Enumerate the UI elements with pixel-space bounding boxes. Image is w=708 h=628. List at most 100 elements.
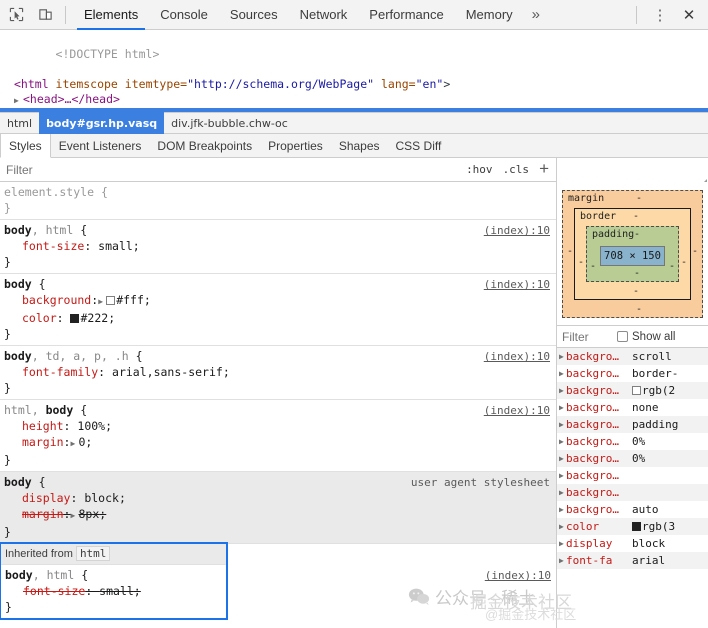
computed-prop-name[interactable]: backgro… (566, 486, 632, 499)
rule-selector-inherited-b[interactable]: html (47, 568, 75, 582)
tab-event-listeners[interactable]: Event Listeners (51, 134, 150, 157)
computed-row[interactable]: ▶ backgro… (557, 467, 708, 484)
dom-line-head[interactable]: ▶ <head>…</head> (0, 92, 708, 108)
rule-origin-link-1[interactable]: (index):10 (484, 223, 550, 239)
rule-origin-link-2-label[interactable]: (index):10 (484, 278, 550, 291)
chevron-right-icon[interactable]: ▶ (557, 386, 566, 395)
show-all-toggle[interactable]: Show all (617, 331, 675, 343)
chevron-right-icon[interactable]: ▶ (557, 471, 566, 480)
box-model-border-left-value[interactable]: - (578, 257, 584, 268)
computed-prop-name[interactable]: backgro… (566, 367, 632, 380)
declaration-color[interactable]: color: #222; (0, 310, 556, 326)
computed-row[interactable]: ▶ color rgb(3 (557, 518, 708, 535)
box-model-padding-left-value[interactable]: - (590, 261, 596, 272)
declaration-background[interactable]: background:▶ #fff; (0, 292, 556, 310)
rule-element-style[interactable]: element.style { } (0, 182, 556, 220)
box-model-content-size[interactable]: 708 × 150 (604, 250, 661, 262)
tab-styles[interactable]: Styles (0, 134, 51, 158)
styles-rule-list[interactable]: element.style { } (index):10 body, html … (0, 182, 556, 628)
rule-body-background[interactable]: (index):10 body { background:▶ #fff; colo… (0, 274, 556, 346)
declaration-inherited-font-size-prop[interactable]: font-size (23, 584, 85, 598)
declaration-font-family-prop[interactable]: font-family (22, 365, 98, 379)
computed-prop-name[interactable]: backgro… (566, 350, 632, 363)
computed-filter-input[interactable] (557, 328, 617, 345)
rule-origin-link-3-label[interactable]: (index):10 (484, 350, 550, 363)
tab-elements[interactable]: Elements (73, 0, 149, 30)
declaration-height-value[interactable]: 100% (77, 419, 105, 433)
computed-row[interactable]: ▶ backgro… 0% (557, 433, 708, 450)
box-model-padding-top-value[interactable]: - (634, 229, 640, 240)
computed-prop-name[interactable]: backgro… (566, 469, 632, 482)
declaration-color-prop[interactable]: color (22, 311, 57, 325)
declaration-color-value[interactable]: #222 (80, 311, 108, 325)
declaration-margin-ua-prop[interactable]: margin (22, 507, 64, 521)
computed-row[interactable]: ▶ backgro… border- (557, 365, 708, 382)
computed-prop-name[interactable]: backgro… (566, 401, 632, 414)
chevron-right-icon[interactable]: ▶ (557, 505, 566, 514)
rule-selector-5[interactable]: body (4, 475, 32, 489)
declaration-display[interactable]: display: block; (0, 490, 556, 506)
computed-row[interactable]: ▶ backgro… none (557, 399, 708, 416)
device-toolbar-icon[interactable] (32, 2, 58, 28)
computed-prop-name[interactable]: backgro… (566, 435, 632, 448)
computed-prop-name[interactable]: backgro… (566, 452, 632, 465)
color-swatch-white[interactable] (106, 296, 116, 305)
color-swatch-222[interactable] (70, 314, 80, 323)
declaration-font-size-prop[interactable]: font-size (22, 239, 84, 253)
declaration-height-prop[interactable]: height (22, 419, 64, 433)
computed-prop-name[interactable]: backgro… (566, 384, 632, 397)
styles-filter-input[interactable] (0, 161, 462, 178)
declaration-font-family-value[interactable]: arial,sans-serif (112, 365, 223, 379)
chevron-right-icon[interactable]: ▶ (557, 454, 566, 463)
rule-selector-1a[interactable]: body (4, 223, 32, 237)
tab-dom-breakpoints[interactable]: DOM Breakpoints (149, 134, 260, 157)
box-model-margin-bottom-value[interactable]: - (636, 304, 642, 315)
dom-tree[interactable]: <!DOCTYPE html> <html itemscope itemtype… (0, 30, 708, 112)
declaration-font-size-value[interactable]: small (98, 239, 133, 253)
rule-element-style-selector[interactable]: element.style (4, 185, 94, 199)
tab-css-diff[interactable]: CSS Diff (388, 134, 450, 157)
show-all-checkbox[interactable] (617, 331, 628, 342)
breadcrumb-item-body[interactable]: body#gsr.hp.vasq (39, 112, 165, 134)
kebab-menu-icon[interactable]: ⋮ (647, 2, 673, 28)
box-model-padding-box[interactable]: padding - - - - 708 × 150 (586, 226, 679, 282)
rule-origin-link-3[interactable]: (index):10 (484, 349, 550, 365)
computed-prop-name[interactable]: backgro… (566, 418, 632, 431)
chevron-right-icon[interactable]: ▶ (557, 522, 566, 531)
cls-button[interactable]: .cls (498, 163, 535, 176)
declaration-display-prop[interactable]: display (22, 491, 70, 505)
declaration-display-value[interactable]: block (84, 491, 119, 505)
computed-row[interactable]: ▶ font-fa arial (557, 552, 708, 569)
tab-console[interactable]: Console (149, 0, 219, 30)
dom-line-doctype[interactable]: <!DOCTYPE html> (0, 32, 708, 77)
rule-origin-link-4-label[interactable]: (index):10 (484, 404, 550, 417)
chevron-right-icon[interactable]: ▶ (557, 437, 566, 446)
rule-selector-4b[interactable]: body (46, 403, 74, 417)
breadcrumb-item-html[interactable]: html (0, 112, 39, 134)
declaration-margin[interactable]: margin:▶ 0; (0, 434, 556, 452)
rule-origin-link-1-label[interactable]: (index):10 (484, 224, 550, 237)
computed-row[interactable]: ▶ backgro… auto (557, 501, 708, 518)
chevron-right-icon[interactable]: ▶ (557, 539, 566, 548)
box-model-padding-right-value[interactable]: - (669, 261, 675, 272)
chevron-right-icon[interactable]: ▶ (557, 403, 566, 412)
breadcrumb-item-div[interactable]: div.jfk-bubble.chw-oc (164, 112, 295, 134)
declaration-inherited-font-size-value[interactable]: small (99, 584, 134, 598)
dom-line-html[interactable]: <html itemscope itemtype="http://schema.… (0, 77, 708, 92)
more-tabs-button[interactable]: » (524, 0, 548, 30)
chevron-right-icon[interactable]: ▶ (557, 352, 566, 361)
tab-shapes[interactable]: Shapes (331, 134, 388, 157)
tab-sources[interactable]: Sources (219, 0, 289, 30)
tab-performance[interactable]: Performance (358, 0, 454, 30)
rule-inherited-body-html[interactable]: (index):10 body, html { font-size: small… (1, 565, 551, 618)
declaration-inherited-font-size[interactable]: font-size: small; (1, 583, 226, 599)
inherited-section-highlighted[interactable]: Inherited from html (index):10 body, htm… (0, 542, 551, 620)
hov-button[interactable]: :hov (461, 163, 498, 176)
chevron-right-icon[interactable]: ▶ (557, 488, 566, 497)
declaration-background-prop[interactable]: background (22, 293, 91, 307)
box-model-border-box[interactable]: border - - - - padding - - - - 708 × 150 (574, 208, 691, 300)
box-model-margin-top-value[interactable]: - (636, 193, 642, 204)
rule-body-fontfamily[interactable]: (index):10 body, td, a, p, .h { font-fam… (0, 346, 556, 400)
rule-selector-1b[interactable]: html (46, 223, 74, 237)
box-model-padding-bottom-value[interactable]: - (634, 268, 640, 279)
